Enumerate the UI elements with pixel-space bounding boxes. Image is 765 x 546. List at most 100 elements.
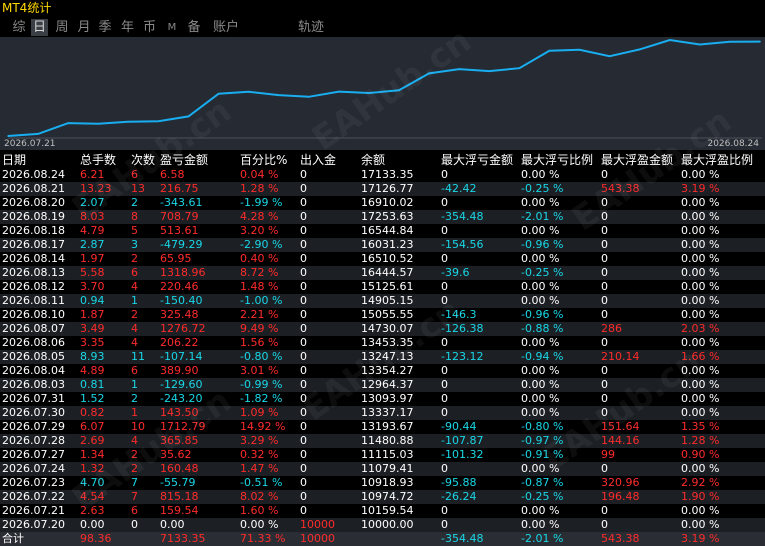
- equity-point: [578, 49, 581, 51]
- tab-8[interactable]: 备: [186, 19, 202, 36]
- cell-mfl: -107.87: [441, 434, 484, 447]
- cell-pct: 1.28 %: [240, 182, 279, 195]
- cell-bal: 15125.61: [361, 280, 414, 293]
- cell-date: 2026.08.19: [2, 210, 65, 223]
- cell-date: 2026.08.04: [2, 364, 65, 377]
- cell-dep: 0: [300, 434, 307, 447]
- cell-mfpp: 2.03 %: [681, 322, 720, 335]
- column-header-date[interactable]: 日期: [2, 152, 26, 168]
- cell-pnl: 708.79: [160, 210, 199, 223]
- tab-0[interactable]: 综: [11, 19, 27, 36]
- column-header-bal[interactable]: 余额: [361, 152, 385, 168]
- column-header-mflp[interactable]: 最大浮亏比例: [521, 152, 593, 168]
- cell-mfp: 0: [601, 238, 608, 251]
- cell-bal: 16910.02: [361, 196, 414, 209]
- cell-dep: 0: [300, 210, 307, 223]
- total-mfp: 543.38: [601, 532, 640, 545]
- cell-count: 11: [131, 350, 145, 363]
- cell-count: 6: [131, 364, 138, 377]
- cell-count: 8: [131, 210, 138, 223]
- cell-mflp: 0.00 %: [521, 364, 560, 377]
- cell-count: 6: [131, 504, 138, 517]
- cell-mflp: 0.00 %: [521, 504, 560, 517]
- cell-pct: -2.90 %: [240, 238, 283, 251]
- cell-lots: 3.70: [80, 280, 105, 293]
- cell-mfp: 0: [601, 462, 608, 475]
- table-row: 2026.08.18 4.79 5 513.61 3.20 % 0 16544.84 0 0.0…: [0, 224, 765, 238]
- cell-mfpp: 1.35 %: [681, 420, 720, 433]
- cell-mfp: 0: [601, 280, 608, 293]
- period-tabs: 综日周月季年币 M 备账户 轨迹: [0, 17, 765, 37]
- cell-pct: 0.40 %: [240, 252, 279, 265]
- cell-mflp: 0.00 %: [521, 168, 560, 181]
- cell-date: 2026.08.05: [2, 350, 65, 363]
- cell-mfpp: 0.00 %: [681, 392, 720, 405]
- cell-pct: 4.28 %: [240, 210, 279, 223]
- cell-date: 2026.08.10: [2, 308, 65, 321]
- cell-count: 0: [131, 518, 138, 531]
- tab-7[interactable]: M: [164, 19, 180, 36]
- cell-mfl: -90.44: [441, 420, 477, 433]
- cell-mfpp: 0.00 %: [681, 196, 720, 209]
- cell-dep: 0: [300, 294, 307, 307]
- cell-mfpp: 0.00 %: [681, 294, 720, 307]
- tab-5[interactable]: 年: [119, 19, 136, 36]
- cell-pct: 1.56 %: [240, 336, 279, 349]
- cell-mfpp: 0.00 %: [681, 224, 720, 237]
- cell-mfpp: 0.00 %: [681, 406, 720, 419]
- cell-dep: 10000: [300, 518, 335, 531]
- cell-dep: 0: [300, 182, 307, 195]
- cell-date: 2026.08.06: [2, 336, 65, 349]
- cell-bal: 16444.57: [361, 266, 414, 279]
- cell-date: 2026.08.18: [2, 224, 65, 237]
- cell-bal: 14905.15: [361, 294, 414, 307]
- cell-mfpp: 0.00 %: [681, 518, 720, 531]
- cell-dep: 0: [300, 420, 307, 433]
- cell-mfp: 0: [601, 336, 608, 349]
- tab-10[interactable]: 轨迹: [296, 19, 326, 36]
- equity-point: [759, 40, 761, 43]
- cell-bal: 17133.35: [361, 168, 414, 181]
- tab-3[interactable]: 月: [76, 19, 92, 36]
- equity-point: [247, 91, 250, 93]
- cell-mfl: 0: [441, 518, 448, 531]
- cell-mflp: 0.00 %: [521, 336, 560, 349]
- tab-4[interactable]: 季: [97, 19, 113, 36]
- cell-date: 2026.07.31: [2, 392, 65, 405]
- cell-mflp: -0.96 %: [521, 238, 564, 251]
- cell-dep: 0: [300, 280, 307, 293]
- cell-dep: 0: [300, 308, 307, 321]
- cell-pct: 1.60 %: [240, 504, 279, 517]
- equity-point: [97, 123, 99, 125]
- column-header-mfl[interactable]: 最大浮亏金额: [441, 152, 513, 168]
- cell-mflp: -0.25 %: [521, 266, 564, 279]
- cell-count: 2: [131, 308, 138, 321]
- cell-pnl: 513.61: [160, 224, 199, 237]
- tab-6[interactable]: 币: [141, 19, 158, 36]
- equity-point: [7, 135, 9, 137]
- table-row: 2026.07.28 2.69 4 365.85 3.29 % 0 11480.88 -107…: [0, 434, 765, 448]
- cell-mfpp: 0.00 %: [681, 280, 720, 293]
- cell-mfl: -101.32: [441, 448, 484, 461]
- cell-date: 2026.07.24: [2, 462, 65, 475]
- cell-mfp: 0: [601, 252, 608, 265]
- cell-dep: 0: [300, 462, 307, 475]
- cell-pnl: 1318.96: [160, 266, 206, 279]
- cell-bal: 10159.54: [361, 504, 414, 517]
- cell-date: 2026.07.21: [2, 504, 65, 517]
- tab-1[interactable]: 日: [31, 19, 48, 36]
- tab-2[interactable]: 周: [54, 19, 70, 36]
- equity-point: [608, 55, 611, 57]
- column-header-pct[interactable]: 百分比%: [240, 152, 287, 168]
- cell-pnl: 1276.72: [160, 322, 206, 335]
- cell-pnl: 65.95: [160, 252, 192, 265]
- cell-pct: 3.20 %: [240, 224, 279, 237]
- table-row: 2026.08.14 1.97 2 65.95 0.40 % 0 16510.52 0 0.00…: [0, 252, 765, 266]
- tab-9[interactable]: 账户: [210, 19, 242, 36]
- cell-mfl: -123.12: [441, 350, 484, 363]
- cell-date: 2026.08.11: [2, 294, 65, 307]
- cell-pct: -1.82 %: [240, 392, 283, 405]
- cell-bal: 13193.67: [361, 420, 414, 433]
- cell-lots: 1.87: [80, 308, 105, 321]
- cell-pct: 1.48 %: [240, 280, 279, 293]
